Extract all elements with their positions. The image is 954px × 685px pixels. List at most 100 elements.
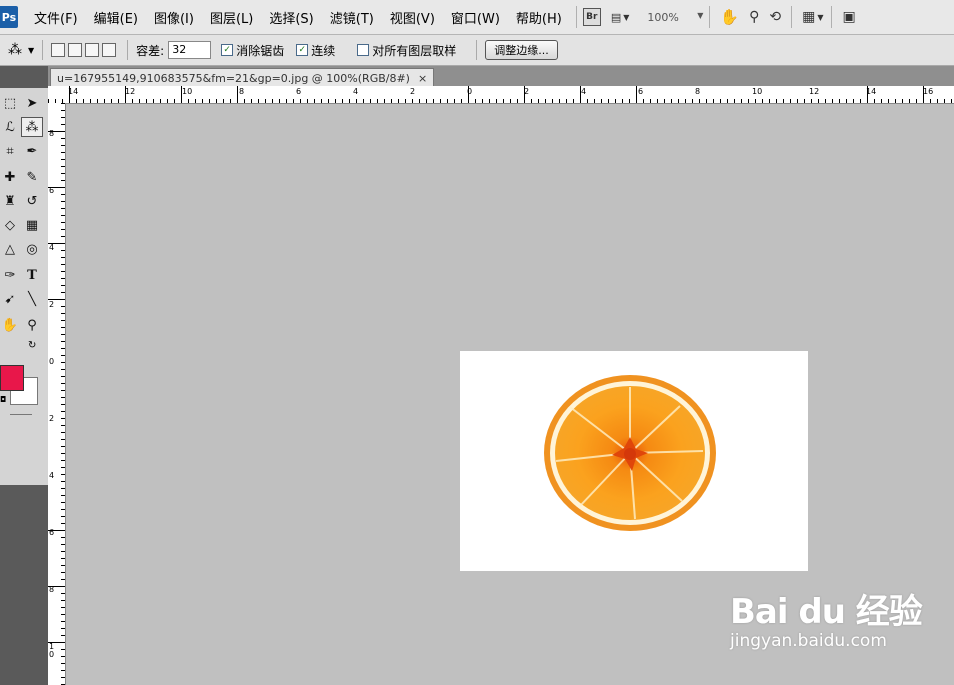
ruler-tick [713, 99, 714, 103]
blur-tool[interactable]: △ [0, 240, 20, 258]
menu-window[interactable]: 窗口(W) [451, 8, 500, 27]
new-selection-mode[interactable] [51, 43, 66, 57]
menu-select[interactable]: 选择(S) [269, 8, 313, 27]
default-colors-icon[interactable]: ◘ [0, 395, 6, 404]
swap-colors-icon[interactable]: ↻ [28, 340, 36, 351]
separator [831, 6, 833, 28]
eraser-tool[interactable]: ◇ [0, 216, 20, 234]
menu-file[interactable]: 文件(F) [34, 8, 78, 27]
foreground-color-swatch[interactable] [0, 365, 24, 391]
dodge-tool[interactable]: ◎ [22, 240, 42, 258]
ruler-tick [61, 488, 65, 489]
ruler-tick [61, 152, 65, 153]
ruler-tick [139, 99, 140, 103]
ruler-tick [643, 99, 644, 103]
add-selection-mode[interactable] [68, 43, 83, 57]
ruler-tick [61, 439, 65, 440]
ruler-label: 2 [410, 87, 416, 96]
arrow-icon: ➹ [4, 291, 16, 307]
brush-tool[interactable]: ✎ [22, 168, 42, 186]
magic-wand-tool[interactable]: ⁂ [21, 117, 43, 137]
ruler-tick [61, 481, 65, 482]
ruler-tick [678, 99, 679, 103]
ruler-tick [370, 99, 371, 103]
eyedropper-tool[interactable]: ✒ [22, 142, 42, 160]
checkmark-icon: ✓ [221, 44, 234, 56]
ruler-tick [573, 99, 574, 103]
ruler-tick [524, 86, 525, 103]
ruler-label: 12 [125, 87, 136, 96]
screen-mode-button[interactable]: ▣ [842, 7, 855, 27]
sample-all-layers-checkbox[interactable]: 对所有图层取样 [357, 42, 456, 59]
separator [476, 40, 478, 60]
crop-tool[interactable]: ⌗ [0, 142, 20, 160]
ruler-tick [61, 432, 65, 433]
ruler-tick [61, 628, 65, 629]
zoom-tool[interactable]: ⚲ [22, 316, 42, 334]
subtract-selection-mode[interactable] [85, 43, 100, 57]
refine-edge-button[interactable]: 调整边缘... [485, 40, 558, 60]
contiguous-checkbox[interactable]: ✓ 连续 [296, 42, 335, 59]
ruler-tick [61, 271, 65, 272]
ruler-tick [76, 99, 77, 103]
menu-view[interactable]: 视图(V) [390, 8, 435, 27]
intersect-selection-mode[interactable] [102, 43, 117, 57]
move-tool[interactable]: ➤ [22, 94, 42, 112]
menu-image[interactable]: 图像(I) [154, 8, 194, 27]
hand-tool-button[interactable]: ✋ [720, 7, 739, 27]
ruler-tick [811, 99, 812, 103]
ruler-label: 4 [581, 87, 587, 96]
ruler-tick [790, 99, 791, 103]
horizontal-ruler[interactable]: 14 12 10 8 6 4 2 0 2 4 6 8 10 12 14 16 [48, 86, 954, 104]
marquee-tool[interactable]: ⬚ [0, 94, 20, 112]
ruler-tick [720, 99, 721, 103]
ruler-tick [636, 86, 637, 103]
menu-filter[interactable]: 滤镜(T) [330, 8, 374, 27]
arrange-documents-button[interactable]: ▦ ▼ [802, 7, 823, 27]
bridge-button[interactable]: Br [582, 7, 601, 27]
magic-wand-preset-icon[interactable]: ⁂ [8, 42, 22, 58]
ruler-tick [61, 621, 65, 622]
view-extras-button[interactable]: ▤ ▼ [611, 7, 630, 27]
ruler-tick [61, 614, 65, 615]
ruler-label: 12 [809, 87, 820, 96]
ruler-tick [699, 99, 700, 103]
menu-layer[interactable]: 图层(L) [210, 8, 253, 27]
ruler-tick [146, 99, 147, 103]
zoom-level-dropdown[interactable]: 100% ▼ [647, 7, 703, 27]
ruler-tick [153, 99, 154, 103]
zoom-tool-button[interactable]: ⚲ [749, 7, 759, 27]
ruler-tick [61, 173, 65, 174]
lasso-tool[interactable]: ℒ [0, 118, 20, 136]
chevron-down-icon[interactable]: ▼ [28, 46, 34, 55]
ruler-tick [61, 579, 65, 580]
history-brush-tool[interactable]: ↺ [22, 192, 42, 210]
healing-brush-tool[interactable]: ✚ [0, 168, 20, 186]
menu-help[interactable]: 帮助(H) [516, 8, 562, 27]
menu-edit[interactable]: 编辑(E) [94, 8, 138, 27]
clone-stamp-tool[interactable]: ♜ [0, 192, 20, 210]
path-selection-tool[interactable]: ➹ [0, 290, 20, 308]
history-brush-icon: ↺ [26, 193, 38, 209]
ruler-tick [230, 99, 231, 103]
close-icon[interactable]: × [418, 72, 427, 85]
gradient-tool[interactable]: ▦ [22, 216, 42, 234]
hand-tool[interactable]: ✋ [0, 316, 20, 334]
document-canvas[interactable] [460, 351, 808, 571]
document-tab[interactable]: u=167955149,910683575&fm=21&gp=0.jpg @ 1… [50, 68, 435, 87]
antialias-checkbox[interactable]: ✓ 消除锯齿 [221, 42, 284, 59]
type-tool[interactable]: T [22, 266, 42, 284]
rotate-hand-icon: ⟲ [769, 9, 782, 25]
vertical-ruler[interactable]: 8 6 4 2 0 2 4 6 8 10 [48, 103, 66, 685]
tolerance-input[interactable]: 32 [168, 41, 212, 59]
ruler-tick [61, 117, 65, 118]
line-tool[interactable]: ╲ [22, 290, 42, 308]
ruler-tick [48, 243, 65, 244]
watermark-url-text: jingyan.baidu.com [730, 631, 887, 651]
ruler-tick [61, 124, 65, 125]
rotate-view-button[interactable]: ⟲ [769, 7, 781, 27]
pen-tool[interactable]: ✑ [0, 266, 20, 284]
ruler-tick [853, 99, 854, 103]
ruler-tick [61, 341, 65, 342]
ruler-tick [286, 99, 287, 103]
